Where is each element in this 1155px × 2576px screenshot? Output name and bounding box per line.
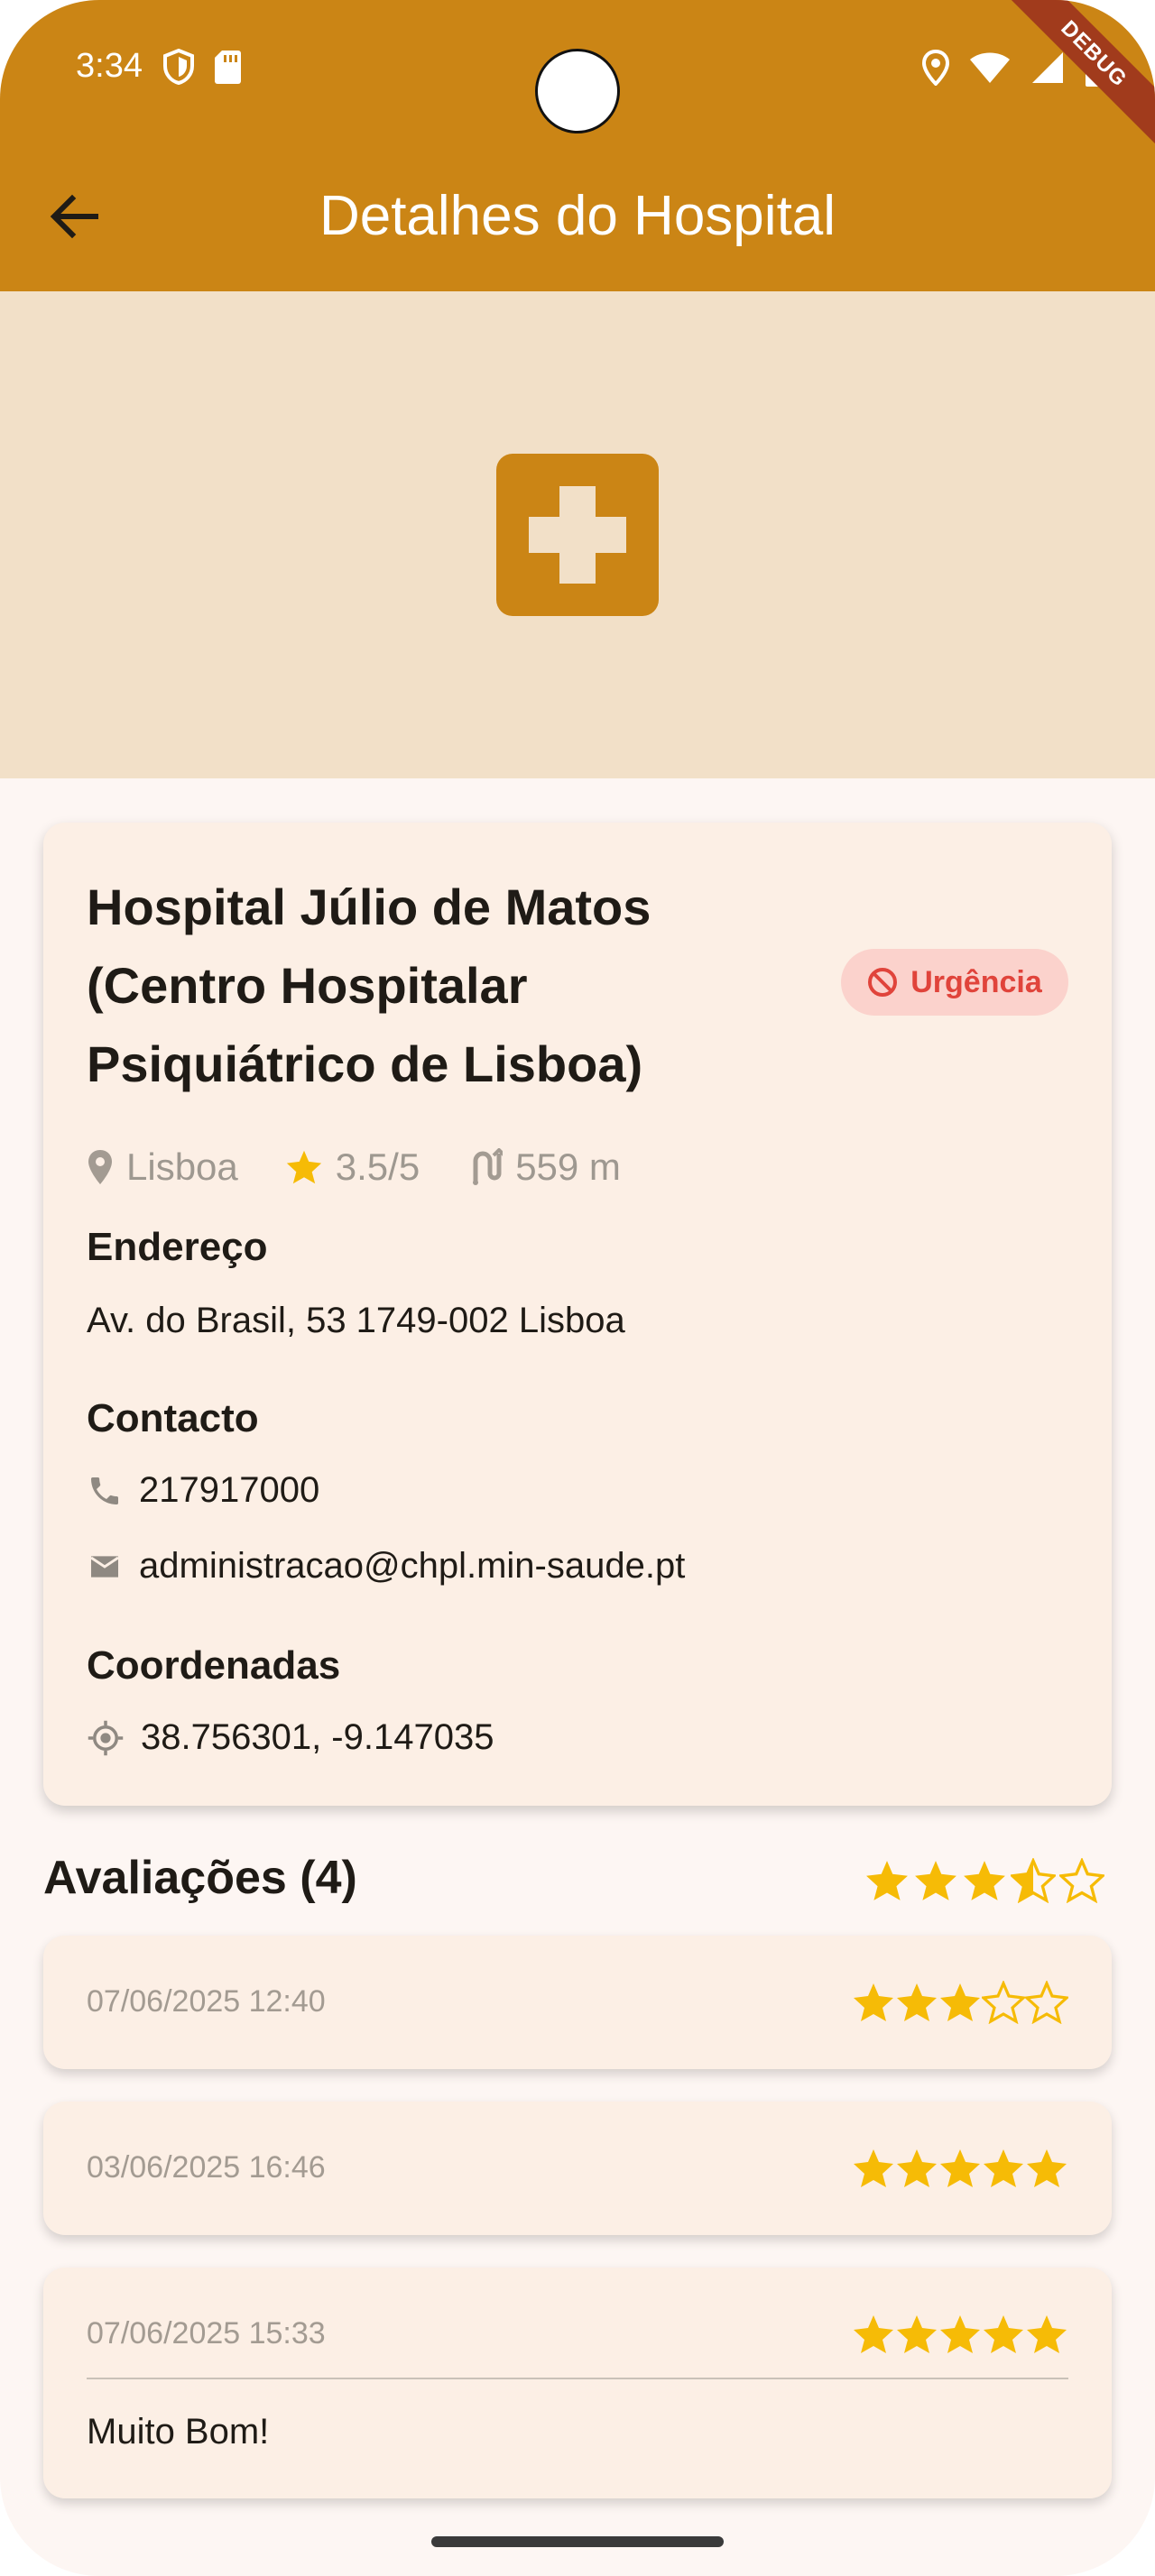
address-title: Endereço — [87, 1225, 268, 1269]
review-divider — [87, 2378, 1068, 2379]
address-text: Av. do Brasil, 53 1749-002 Lisboa — [87, 1301, 625, 1340]
review-date: 07/06/2025 15:33 — [87, 2316, 326, 2351]
phone-text: 217917000 — [139, 1470, 320, 1510]
star-filled-icon — [940, 2315, 980, 2353]
review-comment: Muito Bom! — [87, 2412, 270, 2452]
review-stars — [852, 2147, 1068, 2190]
review-date: 03/06/2025 16:46 — [87, 2150, 326, 2185]
coords-title: Coordenadas — [87, 1643, 341, 1688]
phone-icon — [87, 1473, 123, 1509]
phone-row[interactable]: 217917000 — [87, 1470, 319, 1511]
star-filled-icon — [915, 1861, 956, 1900]
star-filled-icon — [940, 1983, 980, 2021]
route-icon — [467, 1148, 504, 1186]
coords-text: 38.756301, -9.147035 — [141, 1717, 494, 1757]
sd-card-icon — [213, 49, 242, 85]
app-bar: Detalhes do Hospital — [0, 162, 1155, 271]
camera-cutout — [535, 49, 620, 133]
signal-icon — [1030, 51, 1065, 85]
distance-meta: 559 m — [467, 1145, 621, 1189]
star-filled-icon — [984, 2149, 1023, 2187]
star-filled-icon — [1027, 2149, 1067, 2187]
top-bar: 3:34 DEBUG Detalhes do Hospital — [0, 0, 1155, 291]
location-pin-icon — [87, 1148, 114, 1186]
city-meta: Lisboa — [87, 1145, 238, 1189]
email-row[interactable]: administracao@chpl.min-saude.pt — [87, 1546, 685, 1587]
star-half-icon — [1011, 1858, 1056, 1903]
email-icon — [87, 1549, 123, 1585]
rating-text: 3.5/5 — [335, 1145, 420, 1188]
email-text: administracao@chpl.min-saude.pt — [139, 1546, 686, 1586]
hospital-name: Hospital Júlio de Matos (Centro Hospital… — [87, 879, 651, 1092]
medical-cross-icon — [496, 454, 659, 616]
star-filled-icon — [964, 1861, 1005, 1900]
rating-meta: 3.5/5 — [285, 1145, 420, 1189]
review-card: 03/06/2025 16:46 — [43, 2102, 1112, 2235]
wifi-icon — [969, 51, 1011, 85]
review-card: 07/06/2025 15:33 Muito Bom! — [43, 2268, 1112, 2498]
review-stars — [852, 2313, 1068, 2356]
average-rating-stars — [864, 1858, 1104, 1903]
status-time: 3:34 — [76, 47, 143, 85]
star-filled-icon — [854, 1983, 893, 2021]
star-filled-icon — [854, 2315, 893, 2353]
gps-icon — [87, 1719, 125, 1757]
star-filled-icon — [1027, 2315, 1067, 2353]
hospital-meta: Lisboa 3.5/5 559 m — [87, 1145, 668, 1189]
star-icon — [285, 1149, 323, 1185]
status-bar: 3:34 DEBUG — [0, 0, 1155, 152]
city-text: Lisboa — [126, 1145, 238, 1188]
star-filled-icon — [984, 2315, 1023, 2353]
coords-row: 38.756301, -9.147035 — [87, 1717, 494, 1758]
star-filled-icon — [897, 1983, 937, 2021]
review-stars — [852, 1981, 1068, 2024]
star-filled-icon — [897, 2149, 937, 2187]
hero-banner — [0, 291, 1155, 778]
review-date: 07/06/2025 12:40 — [87, 1984, 326, 2019]
star-filled-icon — [866, 1861, 908, 1900]
location-icon — [922, 50, 949, 86]
block-icon — [867, 967, 898, 998]
review-card: 07/06/2025 12:40 — [43, 1936, 1112, 2069]
star-filled-icon — [854, 2149, 893, 2187]
page-title: Detalhes do Hospital — [319, 185, 836, 247]
hospital-info-card: Hospital Júlio de Matos (Centro Hospital… — [43, 823, 1112, 1806]
home-indicator[interactable] — [431, 2536, 724, 2547]
urgency-badge: Urgência — [841, 949, 1068, 1016]
star-filled-icon — [897, 2315, 937, 2353]
urgency-label: Urgência — [910, 964, 1042, 999]
star-empty-icon — [982, 1981, 1025, 2024]
star-empty-icon — [1025, 1981, 1068, 2024]
reviews-header: Avaliações (4) — [43, 1852, 357, 1904]
contact-title: Contacto — [87, 1396, 259, 1440]
app-screen: 3:34 DEBUG Detalhes do Hospital Hospital… — [0, 0, 1155, 2576]
distance-text: 559 m — [515, 1145, 621, 1188]
shield-icon — [162, 49, 195, 85]
star-empty-icon — [1059, 1858, 1104, 1903]
star-filled-icon — [940, 2149, 980, 2187]
